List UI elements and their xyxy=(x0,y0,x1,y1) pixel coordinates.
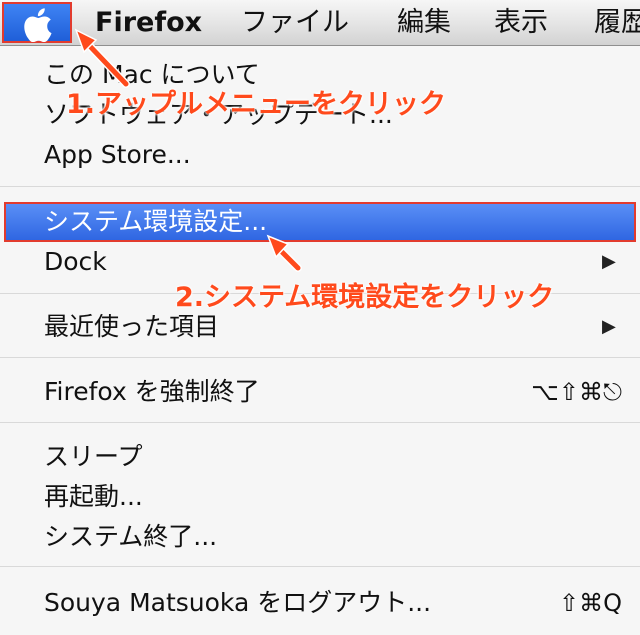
annotation-step-2: 2.システム環境設定をクリック xyxy=(175,282,555,313)
annotation-step-1: 1.アップルメニューをクリック xyxy=(66,89,447,120)
annotation-arrow-1 xyxy=(74,28,130,88)
annotation-arrow-2 xyxy=(266,234,302,272)
